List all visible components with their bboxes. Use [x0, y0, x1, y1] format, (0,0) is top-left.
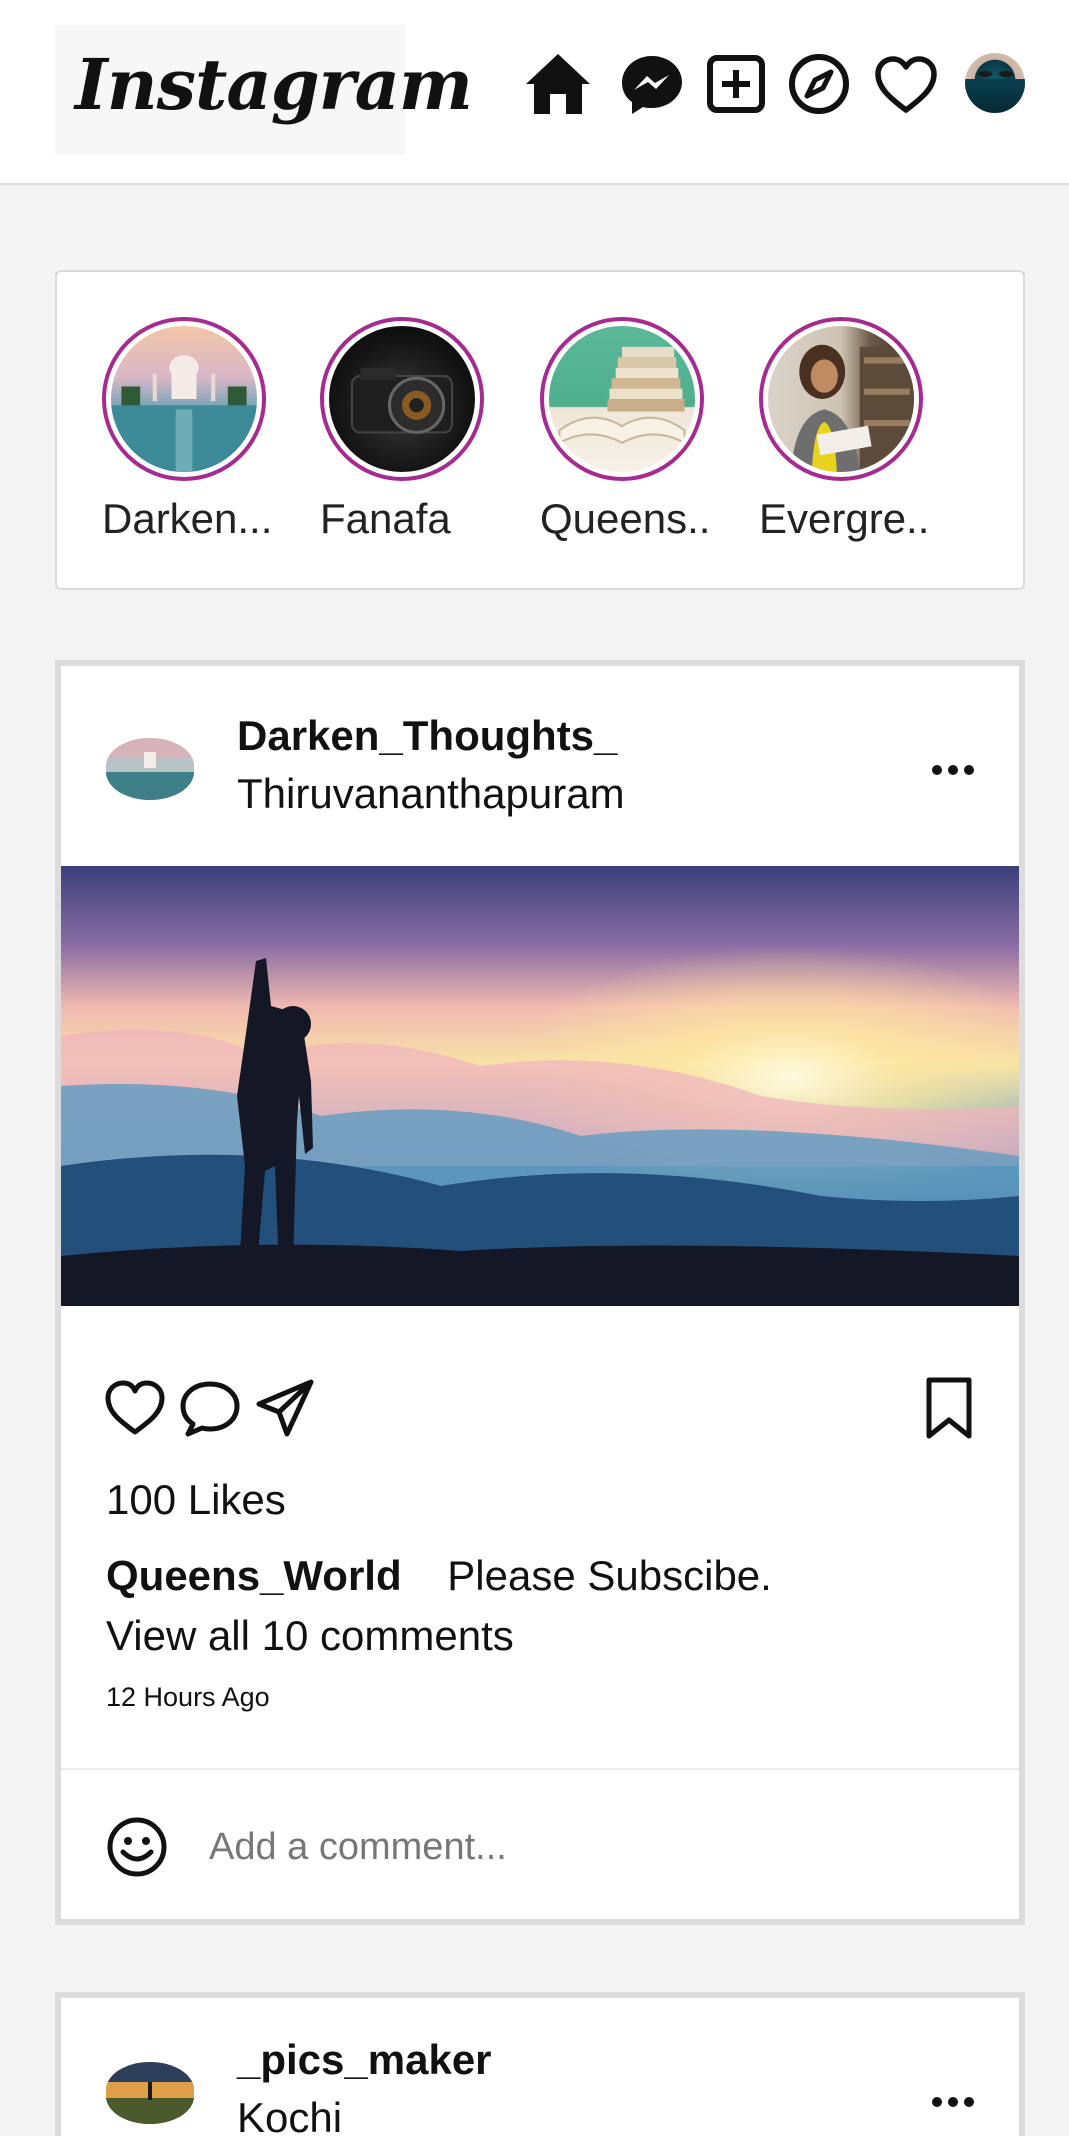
home-icon[interactable]	[522, 48, 594, 120]
more-options-icon[interactable]	[931, 2094, 975, 2110]
story-label: Darken...	[102, 495, 272, 542]
explore-icon[interactable]	[783, 48, 855, 120]
story-label: Evergre...	[759, 495, 929, 542]
post-card: _pics_maker Kochi	[55, 1992, 1025, 2136]
add-comment-input[interactable]	[209, 1816, 969, 1878]
save-bookmark-icon[interactable]	[917, 1376, 981, 1440]
share-send-icon[interactable]	[253, 1376, 317, 1440]
activity-heart-icon[interactable]	[870, 48, 942, 120]
story-ring	[102, 317, 266, 481]
story-item[interactable]: Evergre...	[759, 317, 929, 543]
logo-text: Instagram	[75, 43, 473, 126]
avatar-eye	[999, 71, 1013, 77]
avatar-eye	[978, 71, 992, 77]
story-item[interactable]: Darken...	[102, 317, 272, 543]
messenger-icon[interactable]	[616, 48, 688, 120]
comment-icon[interactable]	[178, 1376, 242, 1440]
story-label: Queens...	[540, 495, 710, 542]
story-label: Fanafa	[320, 495, 451, 542]
caption-username[interactable]: Queens_World	[106, 1552, 402, 1599]
post-avatar[interactable]	[106, 2062, 194, 2124]
likes-count[interactable]: 100 Likes	[106, 1476, 286, 1524]
avatar-veil	[965, 79, 1025, 113]
story-image	[111, 326, 257, 472]
story-image	[329, 326, 475, 472]
post-card: Darken_Thoughts_ Thiruvananthapuram 100 …	[55, 660, 1025, 1925]
post-username[interactable]: Darken_Thoughts_	[237, 712, 617, 760]
caption-text: Please Subscibe.	[447, 1552, 772, 1599]
post-timestamp: 12 Hours Ago	[106, 1682, 270, 1712]
view-comments-link[interactable]: View all 10 comments	[106, 1612, 514, 1660]
post-location[interactable]: Kochi	[237, 2094, 342, 2136]
story-image	[768, 326, 914, 472]
comment-divider	[61, 1768, 1019, 1770]
story-ring	[759, 317, 923, 481]
post-caption: Queens_World Please Subscibe.	[106, 1552, 772, 1600]
more-options-icon[interactable]	[931, 762, 975, 778]
story-item[interactable]: Fanafa	[320, 317, 490, 543]
emoji-smile-icon[interactable]	[106, 1816, 168, 1878]
like-heart-icon[interactable]	[103, 1376, 167, 1440]
story-ring	[320, 317, 484, 481]
story-item[interactable]: Queens...	[540, 317, 710, 543]
story-ring	[540, 317, 704, 481]
post-username[interactable]: _pics_maker	[237, 2036, 492, 2084]
post-photo-scene	[61, 866, 1019, 1306]
post-location[interactable]: Thiruvananthapuram	[237, 770, 625, 818]
post-avatar[interactable]	[106, 738, 194, 800]
top-navigation-bar: Instagram	[0, 0, 1069, 185]
stories-tray: Darken... Fanafa Queens... Evergre...	[55, 270, 1025, 590]
new-post-icon[interactable]	[700, 48, 772, 120]
post-image[interactable]	[61, 866, 1019, 1306]
instagram-logo[interactable]: Instagram	[55, 25, 473, 155]
profile-avatar[interactable]	[965, 53, 1025, 113]
story-image	[549, 326, 695, 472]
